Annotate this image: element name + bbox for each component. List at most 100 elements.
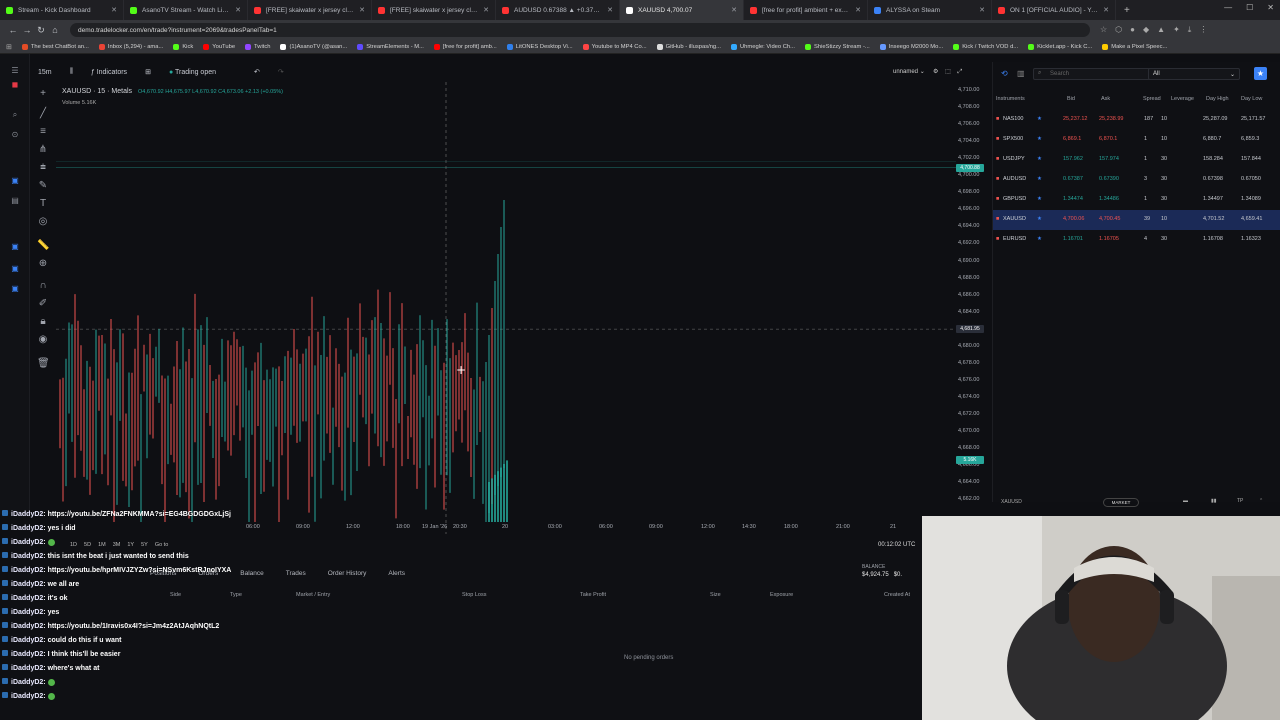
- puzzle-icon[interactable]: ✦: [1173, 25, 1180, 35]
- bookmark-item[interactable]: StreamElements - M...: [357, 43, 424, 50]
- split-icon[interactable]: ▮▮: [1211, 498, 1217, 504]
- close-tab-icon[interactable]: ✕: [607, 6, 613, 14]
- instrument-row[interactable]: ■ AUDUSD ★ 0.67387 0.67390 3 30 0.67398 …: [993, 170, 1280, 190]
- minimize-icon[interactable]: —: [1224, 3, 1232, 12]
- bid-price[interactable]: 1.34474: [1063, 196, 1083, 202]
- bookmark-item[interactable]: Make a Pixel Speec...: [1102, 43, 1167, 50]
- column-header[interactable]: Exposure: [770, 592, 793, 598]
- bookmark-item[interactable]: Kick: [173, 43, 193, 50]
- bookmark-item[interactable]: ShieStizzy Stream -...: [804, 43, 870, 50]
- browser-tab[interactable]: ALYSSA on Steam ✕: [868, 0, 992, 20]
- redo-icon[interactable]: ↷: [274, 68, 288, 76]
- bookmark-item[interactable]: Inseego M2000 Mo...: [879, 43, 943, 50]
- ask-price[interactable]: 1.34486: [1099, 196, 1119, 202]
- close-tab-icon[interactable]: ✕: [111, 6, 117, 14]
- timeframe-button[interactable]: 15m: [34, 69, 56, 76]
- pitchfork-icon[interactable]: ⋔: [37, 144, 49, 156]
- filter-icon[interactable]: ▥: [1017, 69, 1025, 78]
- star-icon[interactable]: ★: [1037, 116, 1042, 122]
- watchlist-icon[interactable]: ⟲: [1001, 69, 1008, 78]
- download-icon[interactable]: ⤓: [1188, 25, 1192, 35]
- lock-icon[interactable]: 🔒︎: [37, 316, 49, 328]
- close-tab-icon[interactable]: ✕: [235, 6, 241, 14]
- browser-tab[interactable]: Stream - Kick Dashboard ✕: [0, 0, 124, 20]
- menu-icon[interactable]: ⋮: [1199, 25, 1207, 35]
- bid-price[interactable]: 6,869.1: [1063, 136, 1081, 142]
- extension-icon[interactable]: ⬡: [1115, 25, 1122, 35]
- close-tab-icon[interactable]: ✕: [979, 6, 985, 14]
- close-tab-icon[interactable]: ✕: [1103, 6, 1109, 14]
- fib-icon[interactable]: ⩧: [37, 162, 49, 174]
- ask-price[interactable]: 25,238.99: [1099, 116, 1123, 122]
- close-tab-icon[interactable]: ✕: [731, 6, 737, 14]
- candle-type-icon[interactable]: ⫼: [66, 68, 77, 76]
- layout-icon[interactable]: ▣: [9, 284, 21, 294]
- url-field[interactable]: demo.tradelocker.com/en/trade?instrument…: [70, 23, 1090, 37]
- bid-price[interactable]: 157.962: [1063, 156, 1083, 162]
- bookmark-item[interactable]: Inbox (5,294) - ama...: [98, 43, 163, 50]
- market-button[interactable]: MARKET: [1103, 498, 1139, 507]
- pattern-icon[interactable]: ◎: [37, 216, 49, 228]
- ask-price[interactable]: 6,870.1: [1099, 136, 1117, 142]
- star-icon[interactable]: ★: [1037, 196, 1042, 202]
- header-spread[interactable]: Spread: [1143, 96, 1161, 102]
- extension-icon[interactable]: ◆: [1143, 25, 1149, 35]
- home-icon[interactable]: ⌂: [48, 25, 62, 35]
- tp-icon[interactable]: TP: [1237, 498, 1243, 504]
- layout-name[interactable]: unnamed ⌄ ⚙ ⬚ ⤢: [893, 68, 962, 76]
- ask-price[interactable]: 1.16705: [1099, 236, 1119, 242]
- bookmark-item[interactable]: Youtube to MP4 Co...: [582, 43, 647, 50]
- bookmark-item[interactable]: (1)AsanoTV (@asan...: [280, 43, 347, 50]
- layout-icon[interactable]: ▣: [9, 242, 21, 252]
- header-ask[interactable]: Ask: [1101, 96, 1110, 102]
- bookmark-item[interactable]: LitONES Desktop Vi...: [506, 43, 573, 50]
- ruler-icon[interactable]: 📏: [37, 240, 49, 252]
- extension-icon[interactable]: ▲: [1157, 25, 1165, 35]
- eye-icon[interactable]: ◉: [37, 334, 49, 346]
- bookmark-item[interactable]: The best ChatBot an...: [21, 43, 89, 50]
- magnet-icon[interactable]: ∩: [37, 280, 49, 292]
- forward-icon[interactable]: →: [20, 25, 34, 35]
- price-axis[interactable]: 4,710.00 4,708.00 4,706.00 4,704.00 4,702.00…: [956, 82, 990, 534]
- bookmark-item[interactable]: Twitch: [245, 43, 270, 50]
- browser-tab[interactable]: [free for profit] ambient + experimen✕: [744, 0, 868, 20]
- extension-icon[interactable]: ●: [1130, 25, 1135, 35]
- favorite-star-icon[interactable]: ★: [1254, 67, 1267, 80]
- maximize-icon[interactable]: ☐: [1246, 3, 1253, 12]
- column-header[interactable]: Take Profit: [580, 592, 606, 598]
- bookmark-item[interactable]: Kicklet.app - Kick C...: [1028, 43, 1092, 50]
- instrument-row[interactable]: ■ EURUSD ★ 1.16701 1.16705 4 30 1.16708 …: [993, 230, 1280, 250]
- instrument-filter-select[interactable]: All ⌄: [1148, 68, 1240, 80]
- bookmark-star-icon[interactable]: ☆: [1100, 25, 1107, 35]
- zoom-in-icon[interactable]: ⊕: [37, 258, 49, 270]
- browser-tab[interactable]: XAUUSD 4,700.07 ✕: [620, 0, 744, 20]
- bid-price[interactable]: 1.16701: [1063, 236, 1083, 242]
- browser-tab[interactable]: [FREE] skaiwater x jersey club typ ✕: [248, 0, 372, 20]
- ask-price[interactable]: 157.974: [1099, 156, 1119, 162]
- instrument-row[interactable]: ■ NAS100 ★ 25,237.12 25,238.99 187 10 25…: [993, 110, 1280, 130]
- bookmark-item[interactable]: Kick / Twitch VOD d...: [953, 43, 1018, 50]
- ask-price[interactable]: 4,700.45: [1099, 216, 1120, 222]
- browser-tab[interactable]: ON 1 [OFFICIAL AUDIO] - YouTube ✕: [992, 0, 1116, 20]
- column-header[interactable]: Stop Loss: [462, 592, 486, 598]
- brush-icon[interactable]: ✎: [37, 180, 49, 192]
- new-tab-icon[interactable]: +: [1124, 5, 1130, 16]
- header-day-high[interactable]: Day High: [1206, 96, 1229, 102]
- search-icon[interactable]: ⌕: [9, 110, 21, 120]
- bid-price[interactable]: 4,700.06: [1063, 216, 1084, 222]
- instrument-row[interactable]: ■ SPX500 ★ 6,869.1 6,870.1 1 10 6,880.7 …: [993, 130, 1280, 150]
- reload-icon[interactable]: ↻: [34, 25, 48, 36]
- bookmark-item[interactable]: Uhmegle: Video Ch...: [730, 43, 795, 50]
- column-header[interactable]: Size: [710, 592, 721, 598]
- star-icon[interactable]: ★: [1037, 216, 1042, 222]
- menu-icon[interactable]: ☰: [9, 66, 21, 76]
- bookmark-item[interactable]: YouTube: [203, 43, 235, 50]
- star-icon[interactable]: ★: [1037, 136, 1042, 142]
- star-icon[interactable]: ★: [1037, 236, 1042, 242]
- undo-icon[interactable]: ↶: [250, 68, 264, 76]
- close-tab-icon[interactable]: ✕: [855, 6, 861, 14]
- star-icon[interactable]: ★: [1037, 176, 1042, 182]
- apps-icon[interactable]: ⊞: [6, 43, 12, 51]
- trading-status[interactable]: ● Trading open: [165, 69, 220, 76]
- instrument-row[interactable]: ■ XAUUSD ★ 4,700.06 4,700.45 39 10 4,701…: [993, 210, 1280, 230]
